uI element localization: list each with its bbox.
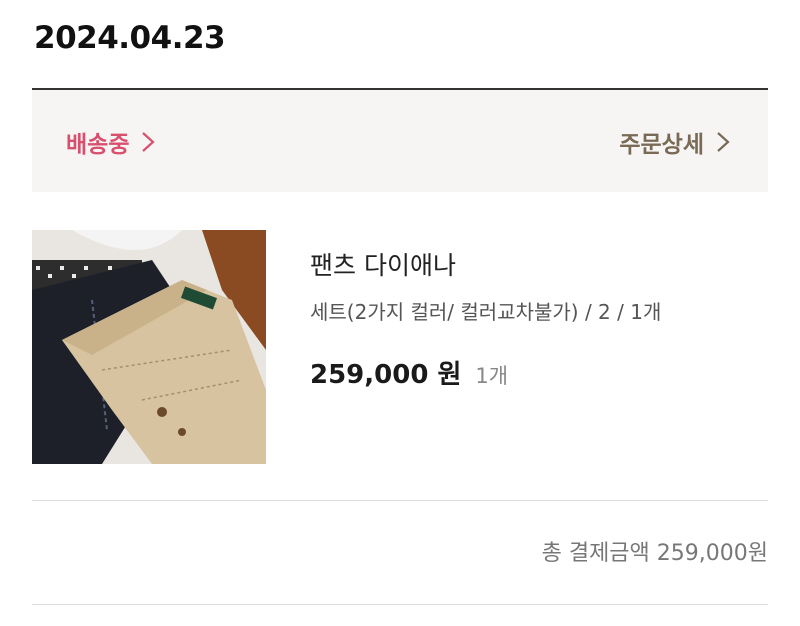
chevron-right-icon [137, 129, 159, 155]
chevron-right-icon [712, 129, 734, 155]
product-name[interactable]: 팬츠 다이애나 [310, 246, 456, 282]
product-option: 세트(2가지 컬러/ 컬러교차불가) / 2 / 1개 [310, 300, 662, 324]
order-status-bar: 배송중 주문상세 [32, 90, 768, 192]
order-date: 2024.04.23 [34, 20, 226, 56]
product-quantity: 1개 [475, 364, 509, 388]
divider [32, 500, 768, 501]
product-price: 259,000 원 [310, 360, 462, 390]
price-row: 259,000 원 1개 [310, 354, 508, 391]
shipping-status-label: 배송중 [66, 132, 130, 158]
divider [32, 604, 768, 605]
order-detail-label: 주문상세 [619, 132, 704, 158]
total-payment: 총 결제금액 259,000원 [541, 541, 768, 566]
product-image[interactable] [32, 230, 266, 464]
order-detail-link[interactable]: 주문상세 [619, 125, 734, 159]
shipping-status-link[interactable]: 배송중 [66, 125, 159, 159]
